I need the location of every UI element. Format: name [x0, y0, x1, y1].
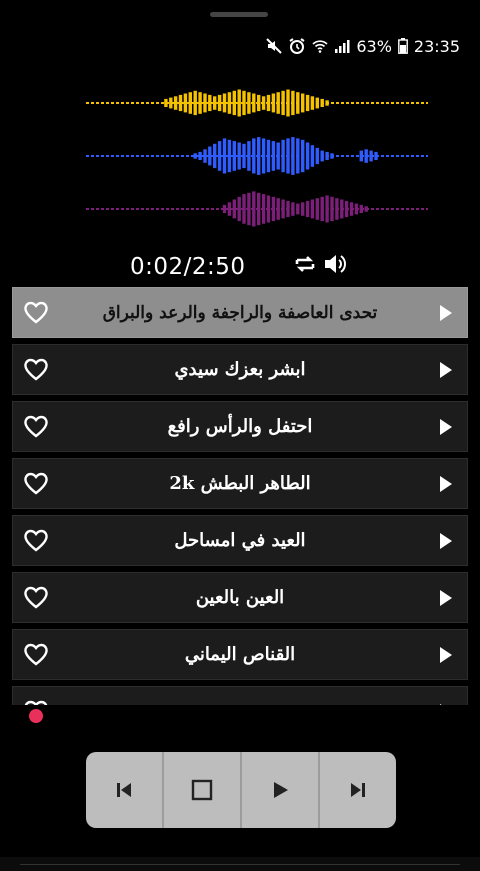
- play-icon: [274, 782, 288, 798]
- play-icon[interactable]: [439, 532, 453, 550]
- waveform-purple: [86, 191, 428, 227]
- play-icon[interactable]: [439, 361, 453, 379]
- volume-icon[interactable]: [323, 252, 349, 280]
- divider: [20, 864, 460, 865]
- battery-icon: [397, 38, 408, 54]
- wifi-icon: [312, 38, 328, 54]
- waveform-yellow: [86, 89, 428, 117]
- skip-next-icon: [351, 783, 365, 797]
- list-item[interactable]: القناص اليماني: [12, 629, 468, 680]
- waveform-blue: [86, 137, 428, 175]
- play-icon[interactable]: [439, 589, 453, 607]
- list-item[interactable]: العين بالعين: [12, 572, 468, 623]
- track-title: العين بالعين: [195, 587, 285, 608]
- skip-previous-icon: [117, 783, 131, 797]
- list-item[interactable]: ابشر بعزك سيدي: [12, 344, 468, 395]
- list-item[interactable]: احتفل والرأس رافع: [12, 401, 468, 452]
- track-title: القناص اليماني: [184, 644, 296, 665]
- list-item[interactable]: الطاهر البطش 2k: [12, 458, 468, 509]
- play-icon[interactable]: [439, 304, 453, 322]
- player-controls: [86, 752, 396, 828]
- track-title: تحدى العاصفة والراجفة والرعد والبراق: [102, 302, 378, 323]
- alarm-icon: [288, 37, 306, 55]
- stop-icon: [191, 779, 213, 801]
- audio-visualizer: [86, 82, 428, 232]
- recording-dot: [29, 709, 43, 723]
- play-icon[interactable]: [439, 703, 453, 705]
- battery-percent: 63%: [356, 36, 392, 56]
- list-item[interactable]: العيد في امساحل: [12, 515, 468, 566]
- repeat-icon[interactable]: [293, 252, 317, 280]
- track-title: ابشر بعزك سيدي: [174, 359, 306, 380]
- status-bar: 63% 23:35: [266, 36, 460, 56]
- heart-icon[interactable]: [22, 469, 50, 497]
- top-handle: [210, 12, 268, 17]
- play-button[interactable]: [242, 752, 320, 828]
- signal-icon: [334, 39, 350, 53]
- clock: 23:35: [413, 36, 460, 56]
- playlist[interactable]: تحدى العاصفة والراجفة والرعد والبراق ابش…: [12, 287, 468, 705]
- heart-icon[interactable]: [22, 298, 50, 326]
- heart-icon[interactable]: [22, 640, 50, 668]
- next-button[interactable]: [320, 752, 396, 828]
- heart-icon[interactable]: [22, 355, 50, 383]
- heart-icon[interactable]: [22, 583, 50, 611]
- play-icon[interactable]: [439, 418, 453, 436]
- stop-button[interactable]: [164, 752, 242, 828]
- track-title: الطاهر البطش 2k: [169, 473, 311, 494]
- heart-icon[interactable]: [22, 526, 50, 554]
- list-item[interactable]: تحدى العاصفة والراجفة والرعد والبراق: [12, 287, 468, 338]
- mute-icon: [266, 38, 283, 54]
- play-icon[interactable]: [439, 646, 453, 664]
- heart-icon[interactable]: [22, 697, 50, 705]
- track-title: العيد في امساحل: [174, 530, 306, 551]
- track-title: احتفل والرأس رافع: [167, 416, 313, 437]
- play-icon[interactable]: [439, 475, 453, 493]
- playback-time: 0:02/2:50: [130, 254, 246, 280]
- list-item[interactable]: [12, 686, 468, 705]
- previous-button[interactable]: [86, 752, 164, 828]
- heart-icon[interactable]: [22, 412, 50, 440]
